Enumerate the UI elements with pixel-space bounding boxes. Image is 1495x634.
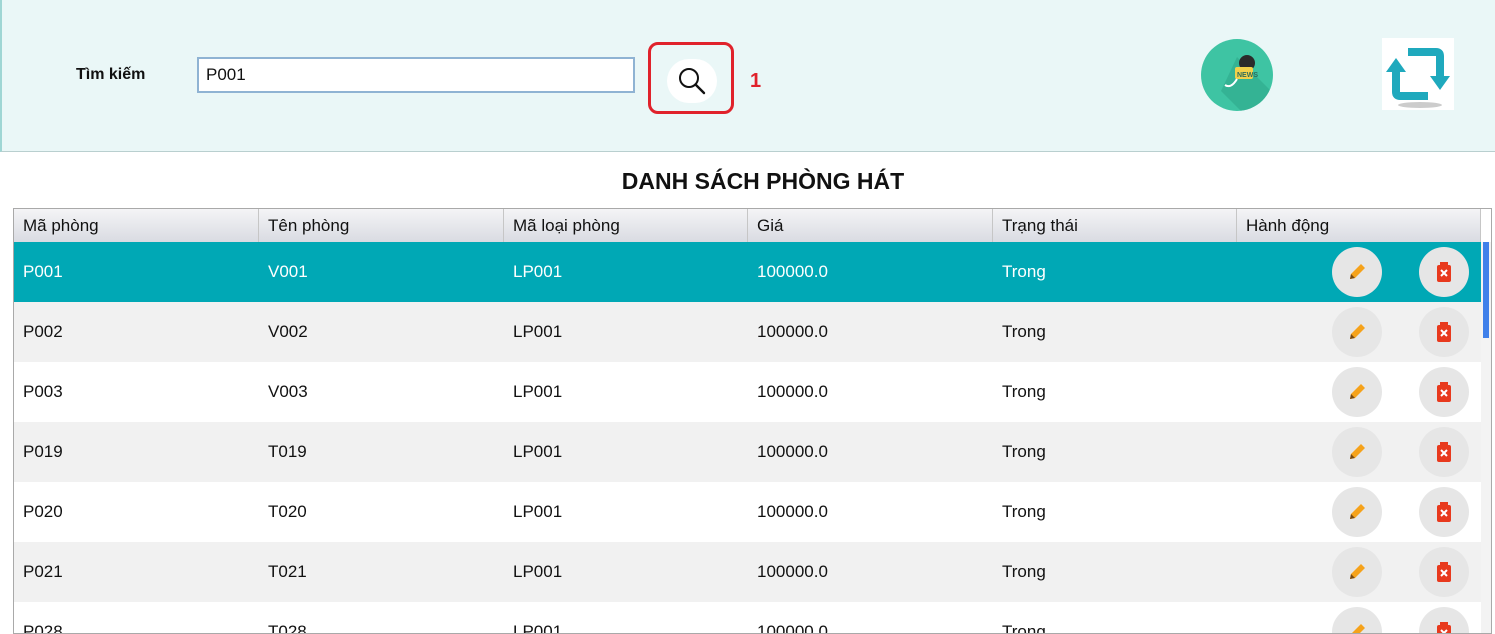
table-row[interactable]: P003 V003 LP001 100000.0 Trong xyxy=(14,362,1481,422)
cell-ten-phong: T020 xyxy=(268,502,307,521)
cell-trang-thai: Trong xyxy=(1002,562,1046,581)
pencil-icon xyxy=(1352,624,1365,633)
edit-button[interactable] xyxy=(1332,547,1382,597)
cell-ma-loai-phong: LP001 xyxy=(513,562,563,581)
delete-button[interactable] xyxy=(1419,607,1469,633)
cell-ma-phong: P002 xyxy=(23,322,63,341)
delete-button[interactable] xyxy=(1419,247,1469,297)
edit-button[interactable] xyxy=(1332,427,1382,477)
pencil-icon xyxy=(1350,444,1365,459)
column-header-ten-phong[interactable]: Tên phòng xyxy=(259,209,504,242)
cell-gia: 100000.0 xyxy=(757,322,828,341)
trash-icon xyxy=(1437,502,1451,522)
cell-ma-loai-phong: LP001 xyxy=(513,502,563,521)
cell-ma-phong: P003 xyxy=(23,382,63,401)
cell-trang-thai: Trong xyxy=(1002,442,1046,461)
cell-ma-loai-phong: LP001 xyxy=(513,442,563,461)
cell-ma-loai-phong: LP001 xyxy=(513,262,563,281)
search-input[interactable] xyxy=(197,57,635,93)
pencil-icon xyxy=(1350,264,1365,279)
room-table: Mã phòng Tên phòng Mã loại phòng Giá Trạ… xyxy=(13,208,1492,634)
refresh-button[interactable] xyxy=(1382,38,1454,110)
table-row[interactable]: P001 V001 LP001 100000.0 Trong xyxy=(14,242,1481,302)
column-header-trang-thai[interactable]: Trạng thái xyxy=(993,209,1237,242)
trash-icon xyxy=(1437,382,1451,402)
cell-ma-phong: P020 xyxy=(23,502,63,521)
cell-ma-phong: P028 xyxy=(23,622,63,634)
trash-icon xyxy=(1437,622,1451,633)
cell-ten-phong: T019 xyxy=(268,442,307,461)
list-title: DANH SÁCH PHÒNG HÁT xyxy=(621,168,905,194)
svg-text:NEWS: NEWS xyxy=(1237,72,1258,79)
cell-ten-phong: V001 xyxy=(268,262,308,281)
pencil-icon xyxy=(1350,384,1365,399)
delete-button[interactable] xyxy=(1419,487,1469,537)
cell-trang-thai: Trong xyxy=(1002,502,1046,521)
delete-button[interactable] xyxy=(1419,427,1469,477)
cell-ten-phong: T021 xyxy=(268,562,307,581)
news-microphone-icon: NEWS xyxy=(1221,55,1273,111)
trash-icon xyxy=(1437,562,1451,582)
pencil-icon xyxy=(1350,564,1365,579)
cell-trang-thai: Trong xyxy=(1002,382,1046,401)
vertical-scrollbar[interactable] xyxy=(1481,242,1491,633)
scrollbar-thumb[interactable] xyxy=(1483,242,1489,338)
edit-button[interactable] xyxy=(1332,247,1382,297)
cell-gia: 100000.0 xyxy=(757,262,828,281)
search-toolbar: Tìm kiếm 1 NEWS xyxy=(0,0,1495,152)
cell-ten-phong: V002 xyxy=(268,322,308,341)
table-body: P001 V001 LP001 100000.0 Trong P002 V002… xyxy=(14,242,1481,634)
cell-gia: 100000.0 xyxy=(757,562,828,581)
trash-icon xyxy=(1437,262,1451,282)
cell-ma-phong: P021 xyxy=(23,562,63,581)
delete-button[interactable] xyxy=(1419,307,1469,357)
edit-button[interactable] xyxy=(1332,487,1382,537)
delete-button[interactable] xyxy=(1419,367,1469,417)
table-row[interactable]: P028 T028 LP001 100000.0 Trong xyxy=(14,602,1481,634)
cell-ten-phong: V003 xyxy=(268,382,308,401)
annotation-highlight-box xyxy=(648,42,734,114)
column-header-gia[interactable]: Giá xyxy=(748,209,993,242)
table-row[interactable]: P021 T021 LP001 100000.0 Trong xyxy=(14,542,1481,602)
column-header-ma-phong[interactable]: Mã phòng xyxy=(14,209,259,242)
cell-ten-phong: T028 xyxy=(268,622,307,634)
cell-trang-thai: Trong xyxy=(1002,622,1046,634)
cell-trang-thai: Trong xyxy=(1002,262,1046,281)
column-header-ma-loai-phong[interactable]: Mã loại phòng xyxy=(504,209,748,242)
table-header: Mã phòng Tên phòng Mã loại phòng Giá Trạ… xyxy=(14,209,1481,243)
column-header-hanh-dong[interactable]: Hành động xyxy=(1237,209,1481,242)
search-label: Tìm kiếm xyxy=(76,66,146,83)
trash-icon xyxy=(1437,442,1451,462)
cell-gia: 100000.0 xyxy=(757,382,828,401)
cell-ma-phong: P001 xyxy=(23,262,63,281)
cell-gia: 100000.0 xyxy=(757,622,828,634)
cell-ma-loai-phong: LP001 xyxy=(513,382,563,401)
cell-gia: 100000.0 xyxy=(757,502,828,521)
edit-button[interactable] xyxy=(1332,607,1382,633)
refresh-icon xyxy=(1386,48,1450,108)
edit-button[interactable] xyxy=(1332,307,1382,357)
trash-icon xyxy=(1437,322,1451,342)
news-button[interactable]: NEWS xyxy=(1201,39,1273,111)
table-row[interactable]: P020 T020 LP001 100000.0 Trong xyxy=(14,482,1481,542)
edit-button[interactable] xyxy=(1332,367,1382,417)
cell-ma-loai-phong: LP001 xyxy=(513,622,563,634)
cell-gia: 100000.0 xyxy=(757,442,828,461)
search-button[interactable] xyxy=(667,59,717,103)
delete-button[interactable] xyxy=(1419,547,1469,597)
pencil-icon xyxy=(1350,504,1365,519)
cell-ma-loai-phong: LP001 xyxy=(513,322,563,341)
annotation-number: 1 xyxy=(750,70,762,92)
magnifier-icon xyxy=(679,68,706,95)
cell-trang-thai: Trong xyxy=(1002,322,1046,341)
cell-ma-phong: P019 xyxy=(23,442,63,461)
table-row[interactable]: P019 T019 LP001 100000.0 Trong xyxy=(14,422,1481,482)
pencil-icon xyxy=(1350,324,1365,339)
table-row[interactable]: P002 V002 LP001 100000.0 Trong xyxy=(14,302,1481,362)
